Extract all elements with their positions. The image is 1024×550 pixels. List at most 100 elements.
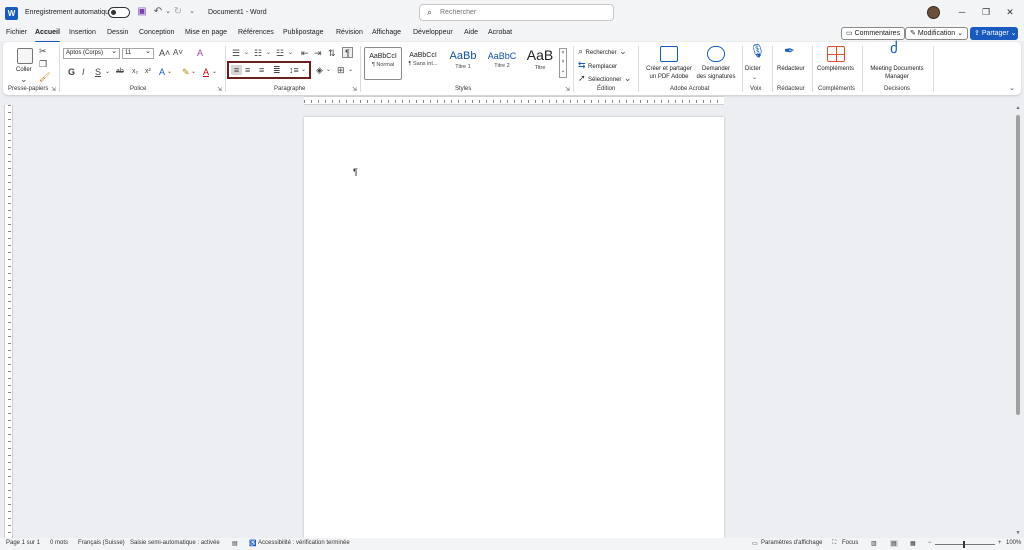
add-ins-icon[interactable] bbox=[827, 46, 845, 62]
request-signatures-label-2[interactable]: des signatures bbox=[693, 73, 739, 81]
font-name-combo[interactable]: Aptos (Corps) bbox=[63, 47, 120, 59]
style-heading-2[interactable]: AaBbC Titre 2 bbox=[483, 47, 521, 80]
display-settings-label[interactable]: Paramètres d'affichage bbox=[761, 540, 822, 546]
style-title[interactable]: AaB Titre bbox=[521, 47, 559, 80]
chevron-down-icon[interactable]: ⌄ bbox=[212, 67, 217, 77]
save-icon[interactable]: ▣ bbox=[136, 6, 148, 18]
tab-accueil[interactable]: Accueil bbox=[35, 29, 60, 43]
print-layout-icon[interactable]: ▤ bbox=[890, 540, 898, 547]
italic-button[interactable]: I bbox=[82, 67, 85, 77]
chevron-down-icon[interactable]: ⌄ bbox=[191, 67, 196, 77]
paragraph-launcher-icon[interactable]: ⇲ bbox=[352, 86, 357, 93]
close-icon[interactable]: ✕ bbox=[1003, 6, 1017, 18]
chevron-down-icon[interactable]: ⌄ bbox=[301, 65, 306, 75]
line-spacing-icon[interactable]: ↕≡ bbox=[289, 65, 299, 75]
vertical-ruler[interactable] bbox=[4, 105, 13, 538]
document-page[interactable]: ¶ bbox=[304, 117, 724, 538]
styles-gallery-scroll[interactable]: ˄ ˅ ⌄ bbox=[559, 48, 567, 78]
microphone-icon[interactable]: 🎙 bbox=[749, 44, 766, 57]
styles-launcher-icon[interactable]: ⇲ bbox=[565, 86, 570, 93]
text-effects-button[interactable]: A bbox=[159, 67, 165, 77]
chevron-down-icon[interactable]: ⌄ bbox=[326, 65, 331, 75]
minimize-icon[interactable]: ─ bbox=[955, 6, 969, 18]
zoom-out-button[interactable]: − bbox=[928, 540, 932, 546]
tab-fichier[interactable]: Fichier bbox=[6, 29, 27, 36]
font-color-button[interactable]: A bbox=[203, 67, 209, 77]
find-button[interactable]: ⌕ Rechercher ⌄ bbox=[578, 46, 627, 57]
borders-icon[interactable]: ⊞ bbox=[337, 65, 345, 75]
autosave-toggle[interactable] bbox=[108, 7, 130, 18]
request-signatures-label[interactable]: Demander bbox=[693, 65, 739, 73]
meeting-documents-icon[interactable]: ძ bbox=[890, 41, 898, 56]
more-commands-icon[interactable]: ⌄ bbox=[186, 6, 198, 18]
sort-icon[interactable]: ⇅ bbox=[328, 48, 336, 58]
align-center-icon[interactable]: ≡ bbox=[245, 65, 250, 75]
tab-insertion[interactable]: Insertion bbox=[69, 29, 96, 36]
tab-developpeur[interactable]: Développeur bbox=[413, 29, 453, 36]
tab-revision[interactable]: Révision bbox=[336, 29, 363, 36]
accessibility-icon[interactable]: ♿ bbox=[249, 540, 256, 547]
decrease-indent-icon[interactable]: ⇤ bbox=[301, 48, 309, 58]
horizontal-ruler[interactable] bbox=[304, 96, 724, 105]
tab-dessin[interactable]: Dessin bbox=[107, 29, 128, 36]
bullets-icon[interactable]: ☰ bbox=[232, 48, 240, 58]
shrink-font-icon[interactable]: A˅ bbox=[173, 48, 183, 58]
chevron-down-icon[interactable]: ⌄ bbox=[167, 67, 172, 77]
style-normal[interactable]: AaBbCcI ¶ Normal bbox=[364, 47, 402, 80]
tab-conception[interactable]: Conception bbox=[139, 29, 174, 36]
superscript-button[interactable]: x² bbox=[145, 67, 151, 77]
multilevel-list-icon[interactable]: ☳ bbox=[276, 48, 284, 58]
scroll-up-arrow-icon[interactable]: ▲ bbox=[1015, 105, 1021, 111]
style-no-spacing[interactable]: AaBbCcI ¶ Sans int... bbox=[404, 47, 442, 80]
display-settings-icon[interactable]: ▭ bbox=[752, 540, 758, 547]
numbering-icon[interactable]: ☷ bbox=[254, 48, 262, 58]
paste-label[interactable]: Coller bbox=[16, 66, 32, 74]
scroll-up-icon[interactable]: ˄ bbox=[562, 50, 565, 56]
zoom-slider[interactable] bbox=[935, 544, 995, 545]
meeting-documents-label-2[interactable]: Manager bbox=[865, 73, 929, 81]
zoom-in-button[interactable]: + bbox=[998, 540, 1002, 546]
subscript-button[interactable]: x₂ bbox=[132, 67, 138, 77]
tab-publipostage[interactable]: Publipostage bbox=[283, 29, 323, 36]
accessibility-status[interactable]: Accessibilité : vérification terminée bbox=[258, 540, 350, 546]
justify-icon[interactable]: ≣ bbox=[273, 65, 281, 75]
tab-acrobat[interactable]: Acrobat bbox=[488, 29, 512, 36]
replace-button[interactable]: ⇆ Remplacer bbox=[578, 60, 617, 71]
editor-label[interactable]: Rédacteur bbox=[777, 65, 805, 73]
chevron-down-icon[interactable]: ⌄ bbox=[288, 48, 293, 58]
tab-references[interactable]: Références bbox=[238, 29, 274, 36]
redo-icon[interactable]: ↻ bbox=[172, 6, 184, 18]
tab-mise-en-page[interactable]: Mise en page bbox=[185, 29, 227, 36]
editor-pen-icon[interactable]: ✒ bbox=[784, 44, 795, 57]
zoom-slider-thumb[interactable] bbox=[963, 541, 965, 548]
meeting-documents-label[interactable]: Meeting Documents bbox=[865, 65, 929, 73]
scrollbar-thumb[interactable] bbox=[1016, 115, 1020, 415]
vertical-scrollbar[interactable]: ▲ ▼ bbox=[1015, 105, 1021, 538]
search-box[interactable]: ⌕ bbox=[419, 4, 614, 21]
collapse-ribbon-icon[interactable]: ⌄ bbox=[1009, 84, 1015, 94]
word-count[interactable]: 0 mots bbox=[50, 540, 68, 546]
web-layout-icon[interactable]: ▦ bbox=[910, 540, 916, 547]
select-button[interactable]: ➚ Sélectionner ⌄ bbox=[578, 73, 631, 84]
create-pdf-icon[interactable] bbox=[660, 46, 678, 62]
chevron-down-icon[interactable]: ⌄ bbox=[348, 65, 353, 75]
clear-formatting-icon[interactable]: A bbox=[197, 48, 203, 58]
focus-label[interactable]: Focus bbox=[842, 540, 858, 546]
underline-button[interactable]: S bbox=[95, 67, 101, 77]
search-input[interactable] bbox=[440, 7, 600, 18]
style-heading-1[interactable]: AaBb Titre 1 bbox=[444, 47, 482, 80]
editing-mode-button[interactable]: ✎ Modification ⌄ bbox=[905, 27, 968, 40]
cut-icon[interactable]: ✂ bbox=[39, 46, 47, 56]
language-status[interactable]: Français (Suisse) bbox=[78, 540, 125, 546]
align-right-icon[interactable]: ≡ bbox=[259, 65, 264, 75]
chevron-down-icon[interactable]: ⌄ bbox=[105, 67, 110, 77]
read-mode-icon[interactable]: ▥ bbox=[871, 540, 877, 547]
strikethrough-button[interactable]: ab bbox=[116, 67, 124, 77]
create-pdf-label-2[interactable]: un PDF Adobe bbox=[643, 73, 695, 81]
chevron-down-icon[interactable]: ⌄ bbox=[266, 48, 271, 58]
tab-aide[interactable]: Aide bbox=[464, 29, 478, 36]
chevron-down-icon[interactable]: ⌄ bbox=[244, 48, 249, 58]
scroll-down-icon[interactable]: ˅ bbox=[562, 59, 565, 65]
grow-font-icon[interactable]: A˄ bbox=[159, 48, 170, 58]
format-painter-icon[interactable]: 🖌 bbox=[39, 72, 50, 82]
